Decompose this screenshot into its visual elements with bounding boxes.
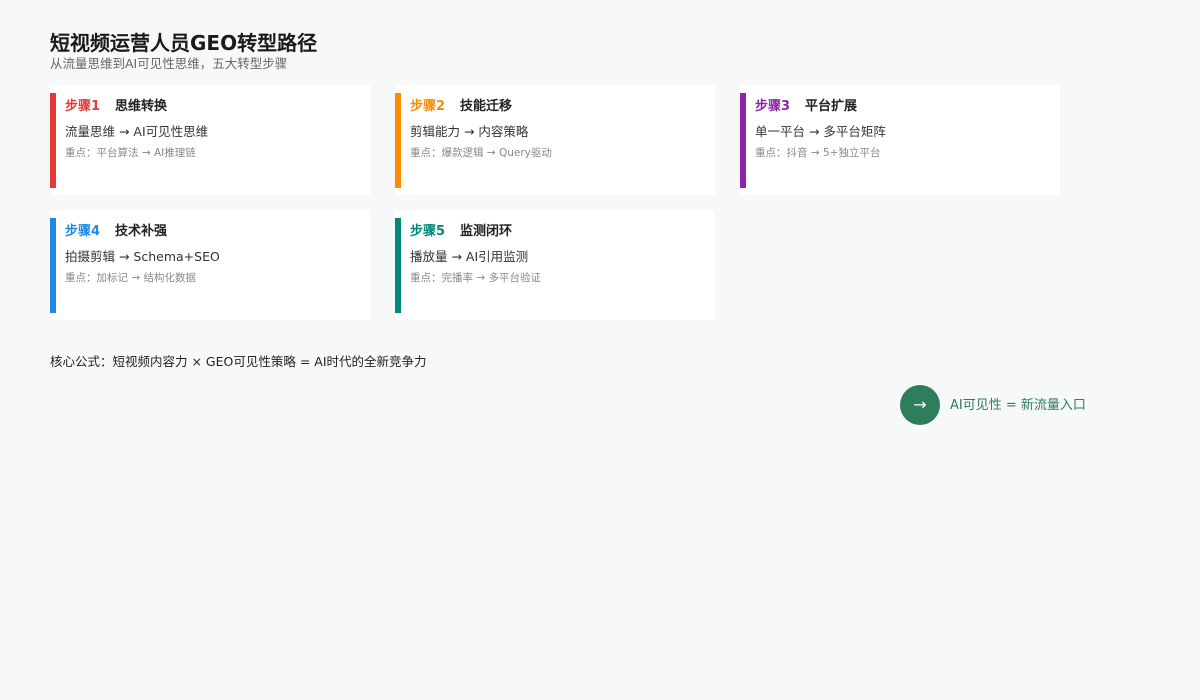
step-focus: 重点：平台算法 → AI推理链 [65,147,196,159]
step-transform: 播放量 → AI引用监测 [410,249,529,264]
step-transform: 单一平台 → 多平台矩阵 [755,124,886,139]
step-label: 步骤5 [410,224,446,239]
step-card-5: 步骤5 监测闭环 播放量 → AI引用监测 重点：完播率 → 多平台验证 [395,210,715,320]
step-label: 步骤1 [65,99,101,114]
step-card-1: 步骤1 思维转换 流量思维 → AI可见性思维 重点：平台算法 → AI推理链 [50,85,370,195]
step-card-4: 步骤4 技术补强 拍摄剪辑 → Schema+SEO 重点：加标记 → 结构化数… [50,210,370,320]
step-focus: 重点：爆款逻辑 → Query驱动 [410,147,552,159]
step-color-bar [50,93,56,188]
step-color-bar [395,93,401,188]
step-title: 思维转换 [115,99,168,114]
step-color-bar [395,218,401,313]
page-subtitle: 从流量思维到AI可见性思维，五大转型步骤 [50,56,288,71]
step-focus: 重点：抖音 → 5+独立平台 [755,147,881,159]
step-card-3: 步骤3 平台扩展 单一平台 → 多平台矩阵 重点：抖音 → 5+独立平台 [740,85,1060,195]
cta-label: AI可见性 = 新流量入口 [950,398,1086,413]
step-title: 技能迁移 [460,99,513,114]
step-focus: 重点：完播率 → 多平台验证 [410,272,541,284]
step-card-2: 步骤2 技能迁移 剪辑能力 → 内容策略 重点：爆款逻辑 → Query驱动 [395,85,715,195]
step-title: 技术补强 [115,224,168,239]
step-transform: 拍摄剪辑 → Schema+SEO [65,249,220,264]
step-title: 监测闭环 [460,224,513,239]
step-transform: 流量思维 → AI可见性思维 [65,124,209,139]
step-focus: 重点：加标记 → 结构化数据 [65,272,196,284]
step-color-bar [50,218,56,313]
step-title: 平台扩展 [805,99,858,114]
core-formula: 核心公式：短视频内容力 × GEO可见性策略 = AI时代的全新竞争力 [50,354,427,369]
step-label: 步骤3 [755,99,791,114]
step-label: 步骤4 [65,224,101,239]
step-transform: 剪辑能力 → 内容策略 [410,124,529,139]
step-color-bar [740,93,746,188]
page-title: 短视频运营人员GEO转型路径 [50,31,318,55]
arrow-right-icon[interactable]: → [900,385,940,425]
step-label: 步骤2 [410,99,446,114]
